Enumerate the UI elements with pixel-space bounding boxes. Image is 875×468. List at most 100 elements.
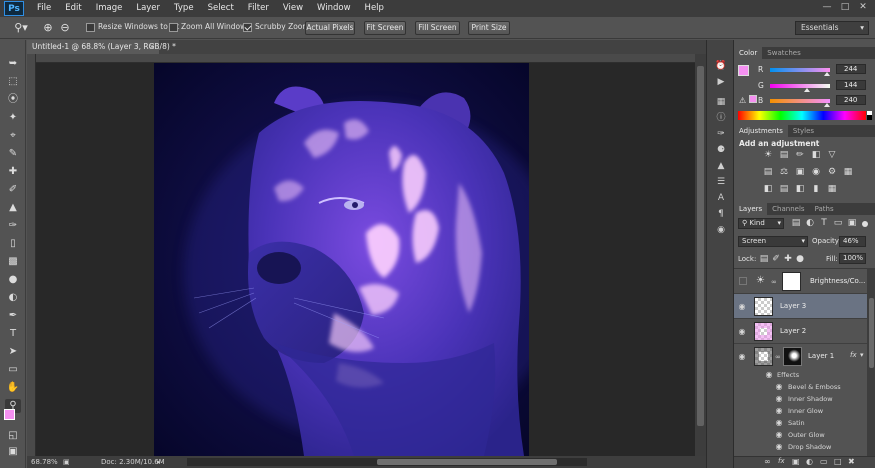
menu-filter[interactable]: Filter [241,0,276,17]
eye-icon[interactable]: ◉ [764,370,774,380]
tab-adjustments[interactable]: Adjustments [734,125,788,137]
red-value[interactable]: 244 [836,64,866,74]
curves-icon[interactable]: ✏ [794,150,806,161]
lock-all-icon[interactable]: ● [794,254,806,265]
invert-icon[interactable]: ◧ [762,184,774,195]
character-panel-icon[interactable]: A [714,192,728,205]
zoom-out-icon[interactable]: ⊖ [59,20,71,35]
move-tool-icon[interactable]: ➥ [5,57,21,71]
blur-tool-icon[interactable]: ● [5,273,21,287]
print-size-button[interactable]: Print Size [468,21,510,35]
hand-tool-icon[interactable]: ✋ [5,381,21,395]
selective-color-icon[interactable]: ▮ [810,184,822,195]
horizontal-scrollbar[interactable] [187,458,587,466]
effect-row[interactable]: ◉ Satin [734,417,867,429]
menu-image[interactable]: Image [89,0,130,17]
color-spectrum-ramp[interactable] [738,111,866,120]
hue-saturation-icon[interactable]: ▤ [762,167,774,178]
zoom-all-windows-checkbox[interactable] [169,23,178,32]
effect-row[interactable]: ◉ Drop Shadow [734,441,867,453]
history-brush-tool-icon[interactable]: ✑ [5,219,21,233]
history-panel-icon[interactable]: ⏰ [714,60,728,73]
gamut-color-chip[interactable] [749,95,757,103]
filter-smart-object-icon[interactable]: ▣ [846,218,858,229]
fill-screen-button[interactable]: Fill Screen [415,21,460,35]
effect-row[interactable]: ◉ Inner Glow [734,405,867,417]
channel-mixer-icon[interactable]: ⚙ [826,167,838,178]
color-balance-icon[interactable]: ⚖ [778,167,790,178]
menu-window[interactable]: Window [310,0,358,17]
add-mask-icon[interactable]: ▣ [792,457,800,466]
info-panel-icon[interactable]: ⓘ [714,112,728,125]
vertical-scroll-thumb[interactable] [697,66,704,426]
close-document-icon[interactable]: × [149,40,155,54]
path-selection-tool-icon[interactable]: ➤ [5,345,21,359]
green-value[interactable]: 144 [836,80,866,90]
tab-layers[interactable]: Layers [734,203,768,215]
marquee-tool-icon[interactable]: ⬚ [5,75,21,89]
tab-swatches[interactable]: Swatches [762,47,805,59]
zoom-level[interactable]: 68.78% [31,456,58,468]
actual-pixels-button[interactable]: Actual Pixels [305,21,355,35]
add-style-icon[interactable]: fx [778,457,785,465]
eye-icon[interactable]: ◉ [737,352,747,362]
zoom-in-icon[interactable]: ⊕ [42,20,54,35]
blue-slider[interactable] [770,99,830,103]
dodge-tool-icon[interactable]: ◐ [5,291,21,305]
new-adjustment-icon[interactable]: ◐ [806,457,813,466]
expand-effects-icon[interactable]: ▾ [860,351,864,359]
effect-row[interactable]: ◉ Bevel & Emboss [734,381,867,393]
layer-row-layer-3[interactable]: ◉ Layer 3 [734,294,867,319]
delete-layer-icon[interactable]: ✖ [848,457,855,466]
lasso-tool-icon[interactable]: ⦿ [5,93,21,107]
zoom-tool-preset-icon[interactable]: ⚲▾ [10,20,32,35]
new-layer-icon[interactable]: □ [834,457,842,466]
tab-paths[interactable]: Paths [810,203,839,215]
quick-select-tool-icon[interactable]: ✦ [5,111,21,125]
document-canvas[interactable] [154,63,529,456]
layer-mask-thumbnail[interactable] [782,272,801,291]
eye-icon[interactable]: ◉ [774,382,784,392]
blue-value[interactable]: 240 [836,95,866,105]
red-slider-thumb[interactable] [824,72,830,76]
layer-row-brightness[interactable]: ☀ ∞ Brightness/Co... [734,269,867,294]
paragraph-panel-icon[interactable]: ¶ [714,208,728,221]
layer-effects-badge[interactable]: fx [850,351,857,359]
filter-shape-icon[interactable]: ▭ [832,218,844,229]
layer-filter-dropdown[interactable]: ⚲ Kind ▾ [738,218,784,229]
color-lookup-icon[interactable]: ▦ [842,167,854,178]
link-layers-icon[interactable]: ∞ [764,457,771,466]
menu-layer[interactable]: Layer [129,0,167,17]
levels-icon[interactable]: ▤ [778,150,790,161]
maximize-icon[interactable]: □ [839,2,851,13]
lock-image-icon[interactable]: ✐ [770,254,782,265]
exposure-icon[interactable]: ◧ [810,150,822,161]
tab-channels[interactable]: Channels [767,203,809,215]
actions-panel-icon[interactable]: ▶ [714,76,728,89]
type-tool-icon[interactable]: T [5,327,21,341]
gradient-map-icon[interactable]: ▦ [826,184,838,195]
filter-pixel-icon[interactable]: ▤ [790,218,802,229]
screen-mode-icon[interactable]: ▣ [5,445,21,459]
resize-windows-checkbox[interactable] [86,23,95,32]
shape-tool-icon[interactable]: ▭ [5,363,21,377]
black-white-icon[interactable]: ▣ [794,167,806,178]
menu-edit[interactable]: Edit [58,0,88,17]
fit-screen-button[interactable]: Fit Screen [364,21,406,35]
eye-icon[interactable]: ◉ [774,418,784,428]
brush-panel-icon[interactable]: ⚈ [714,144,728,157]
threshold-icon[interactable]: ◧ [794,184,806,195]
eyedropper-tool-icon[interactable]: ✎ [5,147,21,161]
tab-styles[interactable]: Styles [788,125,819,137]
layer-row-layer-1[interactable]: ◉ ∞ Layer 1 fx ▾ [734,344,867,369]
workspace-switcher[interactable]: Essentials ▾ [795,21,869,35]
brush-tool-icon[interactable]: ✐ [5,183,21,197]
crop-tool-icon[interactable]: ⌖ [5,129,21,143]
status-menu-arrow-icon[interactable]: ▸ [157,456,161,468]
posterize-icon[interactable]: ▤ [778,184,790,195]
blend-mode-dropdown[interactable]: Screen ▾ [738,236,808,247]
color-foreground-swatch[interactable] [738,65,749,76]
black-ramp-chip[interactable] [867,115,872,120]
eye-icon[interactable]: ◉ [774,394,784,404]
green-slider-thumb[interactable] [804,88,810,92]
